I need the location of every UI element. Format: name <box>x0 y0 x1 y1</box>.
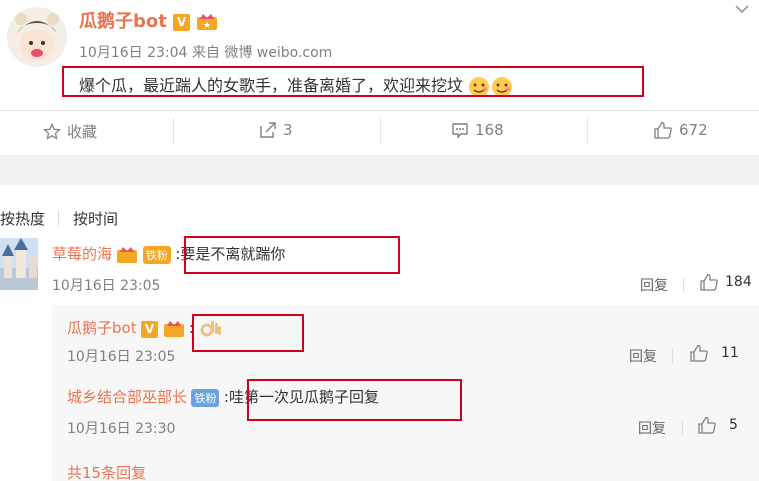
reply-author[interactable]: 瓜鹅子bot <box>67 319 137 337</box>
fan-badge: 铁粉 <box>191 389 220 407</box>
reply-like-button[interactable]: 5 <box>697 416 738 434</box>
chevron-down-icon[interactable] <box>734 3 750 19</box>
reply-like-count: 5 <box>729 417 738 433</box>
divider <box>682 421 683 435</box>
reply-like-count: 11 <box>721 345 739 361</box>
share-icon <box>260 122 276 138</box>
thumbs-up-icon <box>654 121 672 139</box>
reply-button[interactable]: 回复 <box>638 418 666 438</box>
section-separator <box>0 155 759 185</box>
like-count: 672 <box>679 121 708 139</box>
more-replies-link[interactable]: 共15条回复 <box>67 462 146 481</box>
thumbs-up-icon <box>690 344 708 362</box>
tab-sort-time[interactable]: 按时间 <box>73 208 118 229</box>
highlight-box <box>192 314 304 352</box>
fan-badge: 铁粉 <box>142 246 171 264</box>
divider <box>380 118 381 144</box>
tab-sort-time-label: 按时间 <box>73 210 119 228</box>
star-icon <box>43 122 61 140</box>
tab-sort-hot-label: 按热度 <box>0 210 46 228</box>
highlight-box <box>247 379 462 421</box>
reply-author[interactable]: 城乡结合部巫部长 <box>67 388 187 406</box>
vip-crown-icon: ★ <box>196 13 218 31</box>
thumbs-up-icon <box>700 273 718 291</box>
favorite-label: 收藏 <box>67 123 98 141</box>
vip-crown-icon <box>163 321 189 337</box>
comment-button[interactable]: 168 <box>451 121 504 139</box>
avatar[interactable] <box>7 7 67 67</box>
verified-v-icon: V <box>141 320 159 338</box>
repost-button[interactable]: 3 <box>259 121 293 139</box>
comment-time: 10月16日 23:05 <box>52 278 161 294</box>
divider <box>683 278 684 292</box>
comment-like-button[interactable]: 184 <box>699 273 752 291</box>
post-author-name[interactable]: 瓜鹅子bot <box>79 11 167 32</box>
divider <box>587 118 588 144</box>
highlight-box <box>184 236 400 274</box>
post-author[interactable]: 瓜鹅子bot V ★ <box>79 7 218 33</box>
comment-author[interactable]: 草莓的海 <box>52 245 112 263</box>
divider <box>672 349 673 363</box>
highlight-box <box>62 66 644 97</box>
reply-time: 10月16日 23:30 <box>67 421 176 437</box>
svg-text:★: ★ <box>203 21 211 31</box>
favorite-button[interactable]: 收藏 <box>43 121 97 142</box>
divider <box>58 210 59 226</box>
tab-sort-hot[interactable]: 按热度 <box>0 208 45 229</box>
vip-crown-icon <box>116 247 142 263</box>
repost-count: 3 <box>283 121 293 139</box>
reply-like-button[interactable]: 11 <box>689 344 739 362</box>
comment-count: 168 <box>475 121 504 139</box>
like-button[interactable]: 672 <box>653 121 708 139</box>
verified-v-icon: V <box>173 13 191 31</box>
divider <box>173 118 174 144</box>
thumbs-up-icon <box>698 416 716 434</box>
post-meta: 10月16日 23:04 来自 微博 weibo.com <box>79 45 333 61</box>
reply-button[interactable]: 回复 <box>629 346 657 366</box>
comment-like-count: 184 <box>725 274 752 290</box>
reply-button[interactable]: 回复 <box>640 275 668 295</box>
divider <box>0 110 759 111</box>
commenter-avatar[interactable] <box>0 238 38 290</box>
reply-time: 10月16日 23:05 <box>67 349 176 365</box>
comment-icon <box>452 123 468 139</box>
